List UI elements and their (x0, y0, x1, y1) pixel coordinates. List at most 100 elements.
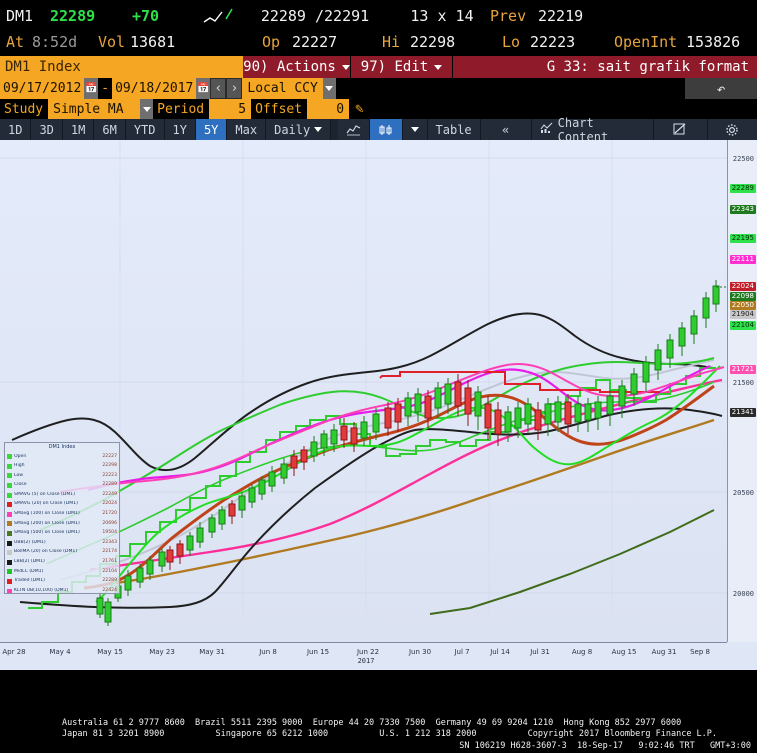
last-price: 22289 (50, 7, 96, 25)
ticker-symbol: DM1 (6, 7, 34, 25)
at-label: At (6, 33, 25, 51)
undo-arrow-icon[interactable]: ↶ (685, 78, 757, 99)
start-date-input[interactable]: 09/17/2012 (0, 78, 85, 99)
actions-menu-button[interactable]: 90) Actions (243, 56, 351, 78)
x-tick: Jun 30 (408, 648, 432, 656)
prev-label: Prev (490, 7, 527, 25)
high-value: 22298 (410, 33, 456, 51)
legend-swatch (7, 559, 12, 565)
openint-value: 153826 (686, 33, 741, 51)
date-axis[interactable]: Apr 28 May 4 May 15 May 23 May 31 Jun 8 … (0, 642, 727, 670)
quote-header: DM1 22289 +70 22289 /22291 13 x 14 Prev … (0, 0, 757, 56)
legend-value: 21720 (102, 511, 117, 517)
collapse-button[interactable]: « (480, 119, 532, 140)
chart-type-dropdown[interactable] (402, 119, 428, 140)
legend-label: Traded (DM1) (14, 578, 45, 584)
legend-row: LBB(2) (DM1) 21761 (7, 557, 117, 567)
legend-row: High 22298 (7, 461, 117, 471)
offset-input[interactable]: 0 (307, 99, 350, 119)
end-date-input[interactable]: 09/18/2017 (112, 78, 197, 99)
vol-label: Vol (98, 33, 126, 51)
legend-label: UBB(2) (DM1) (14, 539, 46, 545)
footer-contact-info: Australia 61 2 9777 8600 Brazil 5511 239… (0, 715, 757, 753)
prev-value: 22219 (538, 7, 584, 25)
chart-content-icon (540, 122, 554, 137)
range-button-1m[interactable]: 1M (62, 119, 95, 140)
range-button-5y[interactable]: 5Y (195, 119, 228, 140)
chart-toolbar: 1D 3D 1M 6M YTD 1Y 5Y Max Daily Table « … (0, 116, 757, 144)
period-label: Period (157, 101, 205, 117)
price-tag-bollma: 21904 (729, 310, 756, 319)
pencil-icon[interactable]: ✎ (349, 99, 369, 119)
x-axis-year-label: 2017 (357, 657, 375, 665)
open-label: Op (262, 33, 281, 51)
line-chart-icon[interactable] (337, 119, 370, 140)
legend-row: SMAVG (20) on Close (DM1) 22024 (7, 500, 117, 510)
range-button-ytd[interactable]: YTD (125, 119, 165, 140)
x-tick: Jun 15 (306, 648, 330, 656)
gear-icon[interactable] (707, 119, 757, 140)
legend-label: LBB(2) (DM1) (14, 559, 45, 565)
table-button[interactable]: Table (427, 119, 481, 140)
x-tick: May 31 (199, 648, 225, 656)
interval-select[interactable]: Daily (266, 119, 332, 140)
legend-row: UBB(2) (DM1) 22343 (7, 538, 117, 548)
currency-selector[interactable]: Local CCY (242, 78, 323, 99)
calendar-icon[interactable]: 📅 (84, 78, 99, 99)
quote-row-1: DM1 22289 +70 22289 /22291 13 x 14 Prev … (6, 3, 751, 29)
date-row-spacer (335, 78, 685, 99)
legend-value: 22227 (102, 453, 117, 459)
legend-value: 22104 (102, 568, 117, 574)
period-input[interactable]: 5 (209, 99, 252, 119)
date-dash: - (101, 81, 110, 96)
legend-row: SMAVG (5) on Close (DM1) 22249 (7, 490, 117, 500)
range-button-1d[interactable]: 1D (0, 119, 32, 140)
prev-period-button[interactable]: ‹ (210, 78, 227, 99)
legend-row: Open 22227 (7, 452, 117, 462)
low-value: 22223 (530, 33, 576, 51)
ticker-input[interactable]: DM1 Index (0, 56, 243, 78)
actions-label: 90) Actions (243, 59, 336, 75)
legend-swatch (7, 511, 12, 517)
legend-label: SMAVG (20) on Close (DM1) (14, 501, 78, 507)
legend-value: 22223 (102, 472, 117, 478)
at-time: 8:52d (32, 33, 78, 51)
chevron-down-icon[interactable] (322, 78, 336, 99)
study-type-select[interactable]: Simple MA (48, 99, 141, 119)
legend-label: Open (14, 453, 27, 459)
candlestick-icon[interactable] (369, 119, 403, 140)
legend-swatch (7, 569, 12, 575)
price-axis[interactable]: 22500 21500 21000 20500 20000 22289 2234… (727, 140, 757, 642)
chevron-down-icon[interactable] (140, 99, 154, 119)
range-button-max[interactable]: Max (227, 119, 267, 140)
legend-row: BollMA (20) on Close (DM1) 22174 (7, 548, 117, 558)
range-button-3d[interactable]: 3D (31, 119, 63, 140)
price-tag-smavg20: 22024 (729, 282, 756, 291)
edit-menu-button[interactable]: 97) Edit (351, 56, 453, 78)
high-label: Hi (382, 33, 401, 51)
legend-value: 22343 (102, 539, 117, 545)
bid-ask: 22289 /22291 (260, 7, 370, 25)
next-period-button[interactable]: › (226, 78, 243, 99)
range-button-1y[interactable]: 1Y (164, 119, 196, 140)
price-tag-last: 22289 (729, 184, 756, 193)
annotate-icon[interactable] (653, 119, 708, 140)
chart-content-button[interactable]: Chart Content (531, 116, 654, 144)
price-tag-kltn-ma: 22050 (729, 301, 756, 310)
legend-swatch (7, 454, 12, 460)
vol-value: 13681 (130, 33, 176, 51)
chart-legend[interactable]: DM1 Index Open 22227 High 22298 Low 2222… (4, 442, 120, 594)
price-chart[interactable]: 22500 21500 21000 20500 20000 22289 2234… (0, 140, 757, 670)
calendar-icon[interactable]: 📅 (196, 78, 211, 99)
command-bar: DM1 Index 90) Actions 97) Edit G 33: sai… (0, 56, 757, 78)
quote-row-2: At 8:52d Vol 13681 Op 22227 Hi 22298 Lo … (6, 29, 751, 55)
chevron-down-icon (314, 127, 323, 132)
range-button-6m[interactable]: 6M (94, 119, 126, 140)
x-tick: Jul 7 (454, 648, 470, 656)
legend-row: SMavg (200) on Close (DM1) 20696 (7, 519, 117, 529)
legend-label: SMavg (200) on Close (DM1) (14, 520, 80, 526)
legend-row: Low 22223 (7, 471, 117, 481)
legend-label: KLTN UB(10,100) (DM1) (14, 587, 69, 593)
footer-line-3: SN 106219 H628-3607-3 18-Sep-17 9:02:46 … (459, 740, 751, 751)
x-tick: May 23 (149, 648, 175, 656)
